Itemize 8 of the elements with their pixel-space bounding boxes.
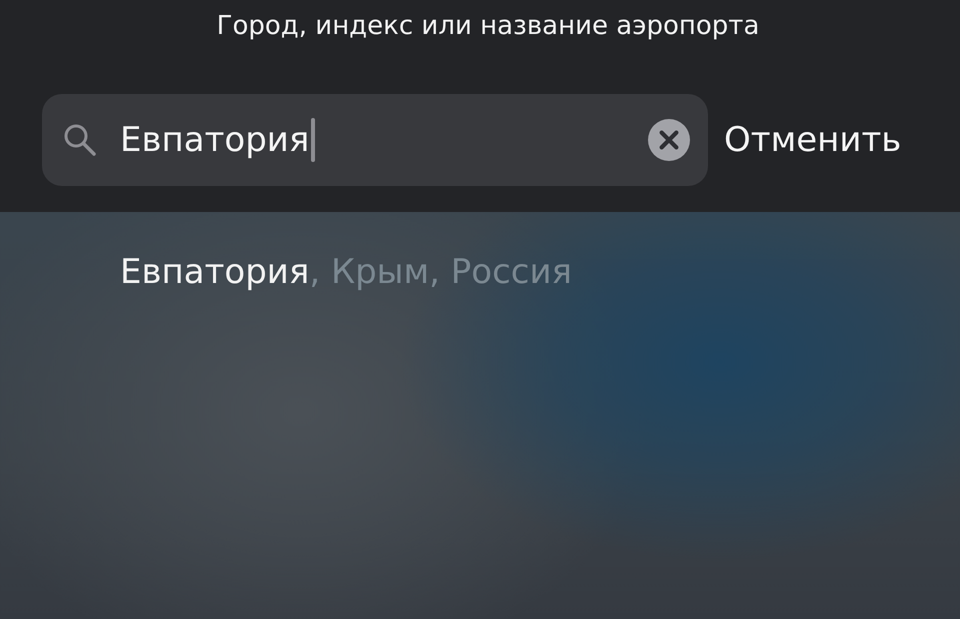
cancel-button[interactable]: Отменить bbox=[724, 120, 902, 160]
text-cursor bbox=[311, 118, 316, 162]
header-title: Город, индекс или название аэропорта bbox=[216, 10, 760, 43]
clear-icon[interactable] bbox=[648, 119, 690, 161]
search-icon bbox=[62, 122, 98, 158]
search-text: Евпатория bbox=[120, 120, 310, 160]
search-field[interactable]: Евпатория bbox=[42, 94, 708, 186]
search-result[interactable]: Евпатория, Крым, Россия bbox=[120, 252, 572, 292]
